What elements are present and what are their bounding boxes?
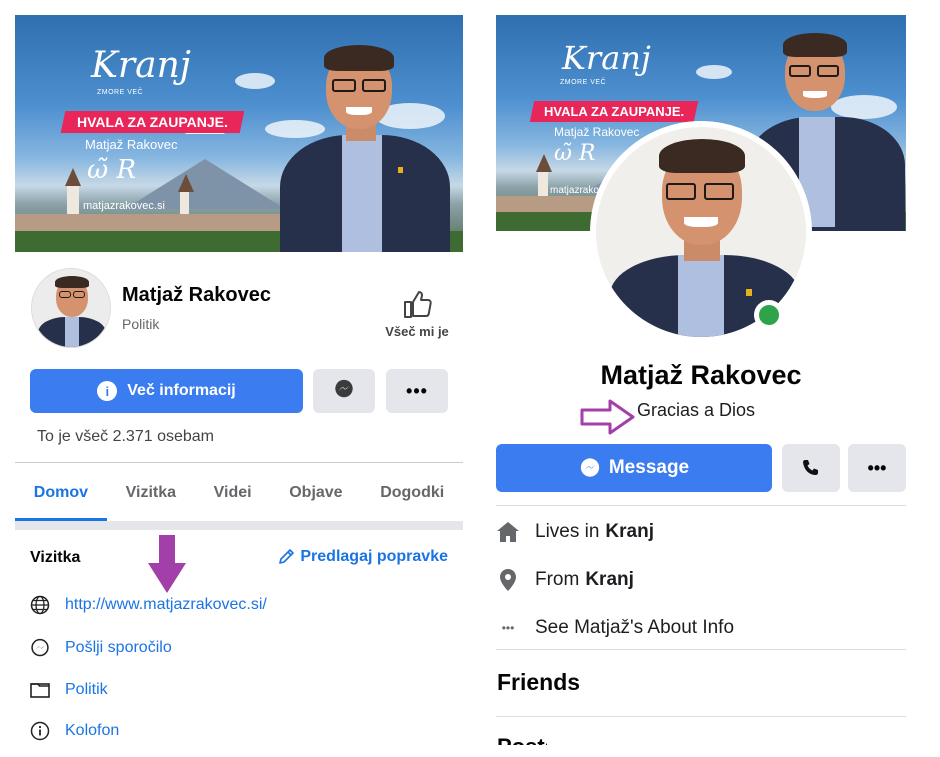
tab-videi[interactable]: Videi [195,465,271,521]
profile-name: Matjaž Rakovec [600,360,802,390]
thumbs-up-icon [401,288,433,320]
website-link[interactable]: http://www.matjazrakovec.si/ [29,594,267,616]
location-pin-icon [496,568,520,592]
cover-photo[interactable]: Kranj ZMORE VEČ HVALA ZA ZAUPANJE. Matja… [15,15,463,252]
church-tower [65,168,81,215]
annotation-arrow-down [148,535,186,593]
church-tower [178,174,194,215]
right-profile-panel: Kranj ZMORE VEČ HVALA ZA ZAUPANJE. Matja… [496,0,906,757]
left-page-panel: Kranj ZMORE VEČ HVALA ZA ZAUPANJE. Matja… [15,0,463,757]
category-text: Politik [65,681,108,698]
website-text: http://www.matjazrakovec.si/ [65,596,267,613]
messenger-button[interactable] [313,369,375,413]
cloud [235,73,275,89]
divider [496,505,906,506]
likes-count-line: To je všeč 2.371 osebam [37,428,214,445]
more-options-button[interactable]: ••• [848,444,906,492]
imprint-text: Kolofon [65,722,120,739]
pencil-icon [279,549,295,564]
more-dots-icon: ••• [406,380,428,401]
messenger-icon [333,378,355,405]
section-separator [15,521,463,530]
cover-brand-sub: ZMORE VEČ [560,79,607,86]
cover-slogan: HVALA ZA ZAUPANJE. [60,111,245,133]
tab-domov[interactable]: Domov [15,465,107,521]
suggest-edits-label: Predlagaj popravke [300,548,448,565]
about-info-text: See Matjaž's About Info [535,617,735,638]
from-row[interactable]: From Kranj [496,568,634,592]
more-dots-icon: ••• [867,457,887,478]
messenger-icon [580,458,600,477]
send-message-text: Pošlji sporočilo [65,639,172,656]
send-message-link[interactable]: Pošlji sporočilo [29,637,172,659]
like-button[interactable]: Všeč mi je [381,288,453,339]
cover-brand: Kranj [91,45,191,86]
from-prefix: From [535,569,580,590]
page-name: Matjaž Rakovec [122,284,271,306]
phone-icon [803,460,818,475]
cloud [696,65,732,79]
tab-objave[interactable]: Objave [270,465,361,521]
like-label: Všeč mi je [385,324,449,339]
tab-vizitka[interactable]: Vizitka [107,465,195,521]
signature: ω̃ R [87,155,137,185]
info-icon [29,720,51,742]
divider [496,716,906,717]
from-place: Kranj [585,569,634,590]
cover-brand-sub: ZMORE VEČ [97,89,144,96]
more-dots-icon: ••• [501,621,515,635]
category-icon [29,679,51,701]
info-icon: i [97,381,118,401]
call-button[interactable] [782,444,840,492]
vizitka-title: Vizitka [30,549,81,566]
page-avatar[interactable] [31,268,111,348]
profile-bio: Gracias a Dios [637,400,756,420]
more-info-label: Več informacij [127,382,236,399]
friends-heading: Friends [497,669,581,695]
about-info-row[interactable]: ••• See Matjaž's About Info [496,616,734,640]
cover-url: matjazrakovec.si [83,200,165,212]
lives-in-row[interactable]: Lives in Kranj [496,520,654,544]
lives-in-place: Kranj [605,521,654,542]
imprint-link[interactable]: Kolofon [29,720,119,742]
tab-dogodki[interactable]: Dogodki [361,465,463,521]
person-photo [270,43,460,252]
cover-name: Matjaž Rakovec [85,137,178,152]
posts-heading-cutoff: Posts [497,737,547,745]
message-label: Message [608,457,690,478]
more-info-button[interactable]: i Več informacij [30,369,303,413]
home-icon [496,520,520,544]
avatar-person [32,269,110,347]
lives-in-prefix: Lives in [535,521,600,542]
online-status-dot [754,300,784,330]
divider [15,462,463,463]
cover-slogan: HVALA ZA ZAUPANJE. [529,101,699,122]
page-category: Politik [122,316,160,332]
cover-brand: Kranj [562,39,651,77]
signature: ω̃ R [554,141,596,166]
church-tower [536,154,552,197]
page-tabs: Domov Vizitka Videi Objave Dogodki [15,465,463,521]
annotation-arrow-right [580,399,635,435]
globe-icon [29,594,51,616]
more-options-button[interactable]: ••• [386,369,448,413]
suggest-edits-link[interactable]: Predlagaj popravke [277,548,448,566]
category-link[interactable]: Politik [29,679,108,701]
divider [496,649,906,650]
message-button[interactable]: Message [496,444,772,492]
messenger-icon [29,637,51,659]
